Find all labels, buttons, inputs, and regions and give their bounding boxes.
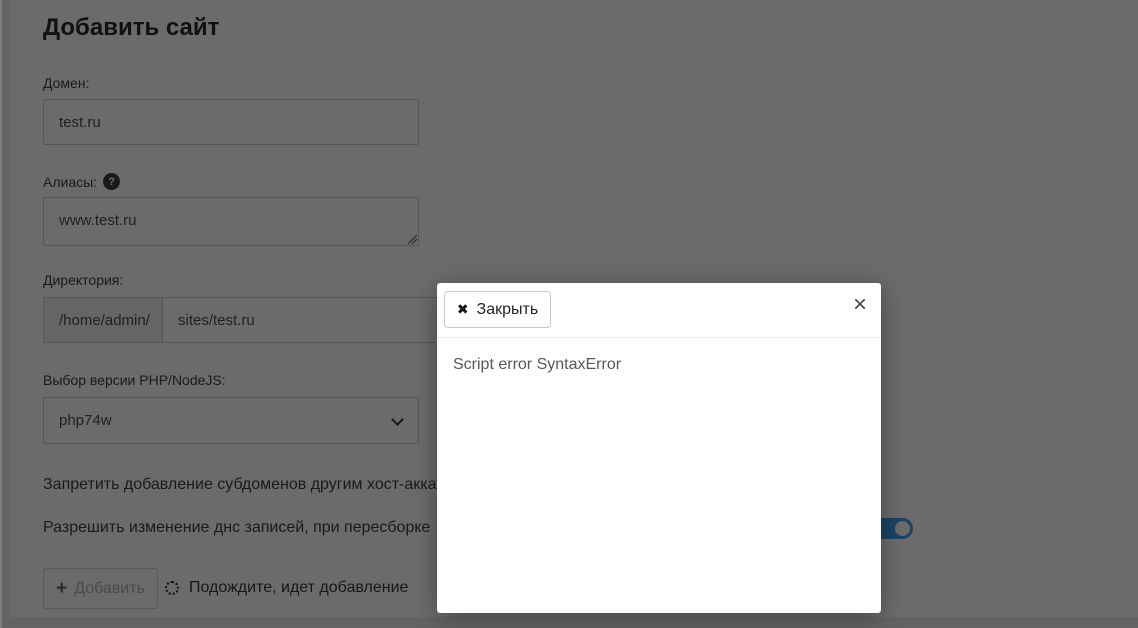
- error-message: Script error SyntaxError: [453, 356, 622, 373]
- close-x-icon: ✖: [456, 301, 469, 317]
- close-button-label: Закрыть: [476, 300, 539, 318]
- close-button[interactable]: ✖ Закрыть: [444, 291, 551, 328]
- modal-corner-close-icon[interactable]: ×: [852, 293, 868, 317]
- modal-header: ✖ Закрыть ×: [437, 283, 881, 338]
- error-modal: ✖ Закрыть × Script error SyntaxError: [437, 283, 881, 613]
- add-site-page: Добавить сайт Домен: Алиасы: ? www.test.…: [0, 0, 1138, 628]
- modal-body: Script error SyntaxError: [437, 338, 881, 392]
- window-left-edge: [0, 0, 2, 628]
